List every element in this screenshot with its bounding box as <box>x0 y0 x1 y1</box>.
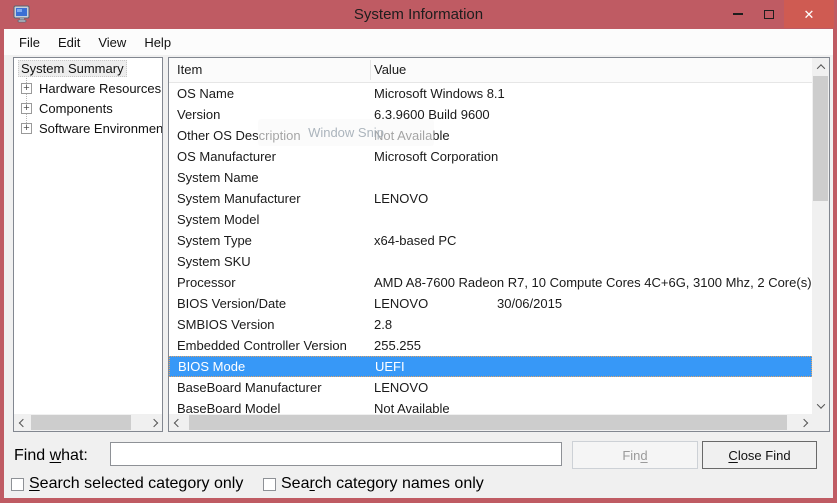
close-icon: ✕ <box>804 8 815 21</box>
checkbox-label: Search category names only <box>281 475 484 493</box>
find-controls: Find what: Find Close Find Search select… <box>4 29 833 498</box>
window-title: System Information <box>0 6 837 23</box>
close-find-button[interactable]: Close Find <box>702 441 817 469</box>
app-icon <box>13 5 31 23</box>
maximize-icon <box>764 10 774 19</box>
search-category-names-checkbox[interactable] <box>263 478 276 491</box>
minimize-button[interactable] <box>722 0 753 28</box>
search-category-names-option[interactable]: Search category names only <box>263 475 484 493</box>
find-input[interactable] <box>110 442 562 466</box>
find-what-label: Find what: <box>14 447 88 465</box>
minimize-icon <box>733 13 743 15</box>
window-controls: ✕ <box>722 0 834 28</box>
window-snip-ghost-overlay: Window Snip <box>258 119 434 146</box>
close-button[interactable]: ✕ <box>784 0 834 28</box>
search-selected-category-option[interactable]: Search selected category only <box>11 475 243 493</box>
system-information-window: System Information ✕ FileEditViewHelp Sy… <box>0 0 837 503</box>
client-area: FileEditViewHelp System Summary+Hardware… <box>4 29 833 498</box>
checkbox-label: Search selected category only <box>29 475 243 493</box>
titlebar[interactable]: System Information ✕ <box>0 0 837 29</box>
find-button[interactable]: Find <box>572 441 698 469</box>
search-selected-category-checkbox[interactable] <box>11 478 24 491</box>
maximize-button[interactable] <box>753 0 784 28</box>
